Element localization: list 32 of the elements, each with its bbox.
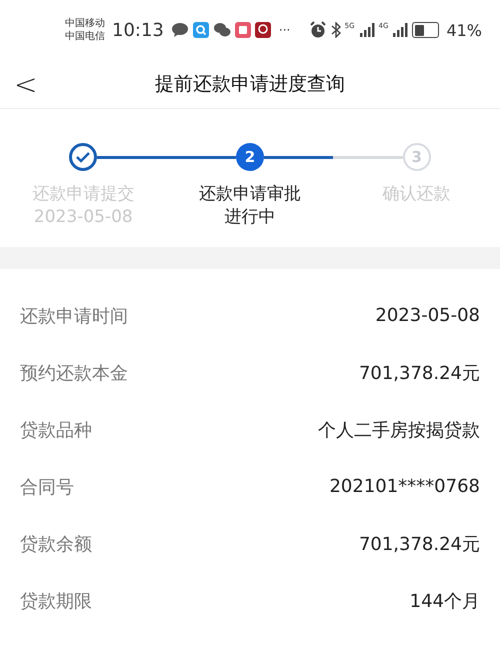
detail-value: 202101****0768 [329,476,480,497]
detail-label: 合同号 [20,476,74,498]
alarm-icon [308,21,327,39]
search-icon [192,22,209,38]
step-indicator: 2 [236,143,264,171]
detail-value: 2023-05-08 [375,305,480,326]
carrier-name: 中国电信 [65,30,105,43]
step-status: 进行中 [224,206,276,229]
clock-time: 10:13 [112,20,164,40]
detail-label: 还款申请时间 [20,304,128,328]
battery-percent: 41% [446,20,482,40]
page-title: 提前还款申请进度查询 [154,72,346,97]
battery-icon [412,22,440,38]
detail-value: 个人二手房按揭贷款 [318,418,480,442]
back-button[interactable]: < [0,68,52,100]
chat-icon [212,22,231,38]
detail-label: 贷款余额 [20,532,92,556]
detail-value: 701,378.24元 [358,362,480,384]
carrier-name: 中国移动 [65,17,105,30]
chat-bubble-icon [170,22,189,38]
book-icon [234,22,251,38]
app-icon [254,22,271,38]
signal-icon [392,23,408,37]
detail-label: 贷款品种 [20,418,92,442]
signal-icon [358,23,375,37]
detail-label: 预约还款本金 [20,362,128,384]
detail-value: 144个月 [410,590,480,612]
detail-value: 701,378.24元 [358,532,480,556]
more-icon: ··· [278,23,290,37]
detail-label: 贷款期限 [20,590,92,612]
step-label: 还款申请审批 [198,183,301,206]
bluetooth-icon [330,22,341,38]
